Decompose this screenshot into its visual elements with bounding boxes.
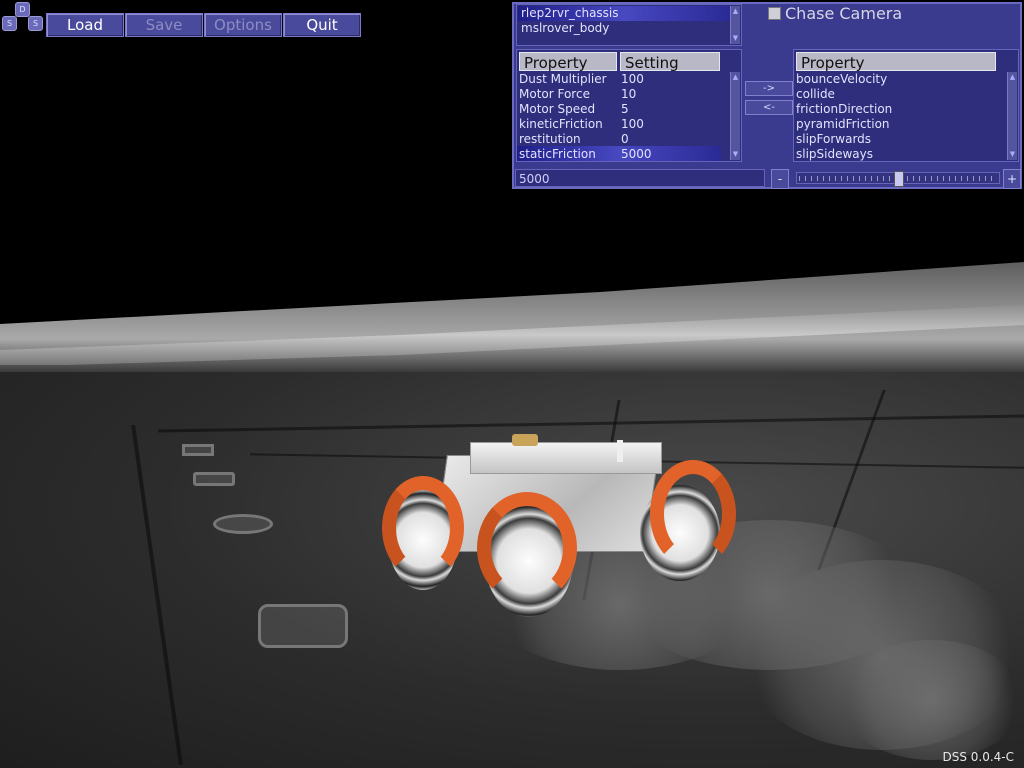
logo-s-right: S [28,16,43,31]
available-properties-scrollbar[interactable]: ▲ ▼ [1007,72,1017,160]
object-item-chassis[interactable]: rlep2rvr_chassis [518,6,731,21]
quit-button[interactable]: Quit [283,13,361,37]
version-label: DSS 0.0.4-C [942,750,1014,764]
table-row-property[interactable]: Dust Multiplier [519,72,607,86]
list-item[interactable]: bounceVelocity [796,72,887,86]
column-header-setting[interactable]: Setting [620,52,720,72]
table-row-property-selected[interactable]: staticFriction [519,147,596,161]
ground-marker [258,604,348,648]
available-properties-list[interactable]: Property bounceVelocity collide friction… [793,49,1019,162]
rover-antenna [617,440,623,462]
logo-s-left: S [2,16,17,31]
table-row-property[interactable]: Motor Force [519,87,590,101]
rover-fender [650,460,736,568]
table-row-setting[interactable]: 100 [621,72,644,86]
save-button[interactable]: Save [125,13,203,37]
table-row-property[interactable]: Motor Speed [519,102,595,116]
scroll-down-icon[interactable]: ▼ [732,34,739,43]
rover-instrument [512,434,538,446]
table-row-setting[interactable]: 100 [621,117,644,131]
rover-fender [382,476,464,580]
rover-deck [470,442,662,474]
chase-camera-label: Chase Camera [785,4,903,23]
properties-scrollbar[interactable]: ▲ ▼ [730,72,740,160]
properties-table[interactable]: Property Setting Dust Multiplier 100 Mot… [516,49,742,162]
value-slider[interactable] [796,171,1000,187]
scroll-up-icon[interactable]: ▲ [732,7,739,16]
scroll-down-icon[interactable]: ▼ [732,150,739,159]
logo-d: D [15,2,30,17]
ground-marker [193,472,235,486]
add-property-button[interactable]: -> [745,81,793,96]
app-logo: D S S [2,2,43,32]
list-item[interactable]: slipSideways [796,147,873,161]
slider-increment-button[interactable]: + [1003,169,1021,189]
rover-model [380,430,740,630]
value-input[interactable]: 5000 [515,169,765,187]
rover-fender [477,492,577,604]
scroll-up-icon[interactable]: ▲ [1009,73,1016,82]
list-item[interactable]: slipForwards [796,132,871,146]
object-item-body[interactable]: mslrover_body [521,21,609,35]
remove-property-button[interactable]: <- [745,100,793,115]
options-button[interactable]: Options [204,13,282,37]
ground-marker [213,514,273,534]
main-menu: Load Save Options Quit [46,13,361,37]
column-header-property[interactable]: Property [519,52,617,72]
slider-decrement-button[interactable]: - [771,169,789,189]
table-row-setting[interactable]: 0 [621,132,629,146]
scroll-up-icon[interactable]: ▲ [732,73,739,82]
table-row-setting[interactable]: 5 [621,102,629,116]
list-item[interactable]: collide [796,87,835,101]
table-row-setting-selected[interactable]: 5000 [621,147,652,161]
column-header-available-property[interactable]: Property [796,52,996,72]
slider-thumb[interactable] [894,171,904,187]
ground-marker [182,444,214,456]
grid-line [131,425,183,765]
list-item[interactable]: pyramidFriction [796,117,890,131]
table-row-setting[interactable]: 10 [621,87,636,101]
table-row-property[interactable]: kineticFriction [519,117,603,131]
dust-cloud [840,640,1024,760]
scroll-down-icon[interactable]: ▼ [1009,150,1016,159]
chase-camera-checkbox[interactable] [768,7,781,20]
load-button[interactable]: Load [46,13,124,37]
list-item[interactable]: frictionDirection [796,102,892,116]
object-list[interactable]: rlep2rvr_chassis mslrover_body ▲ ▼ [516,4,742,46]
table-row-property[interactable]: restitution [519,132,581,146]
object-list-scrollbar[interactable]: ▲ ▼ [730,6,740,44]
